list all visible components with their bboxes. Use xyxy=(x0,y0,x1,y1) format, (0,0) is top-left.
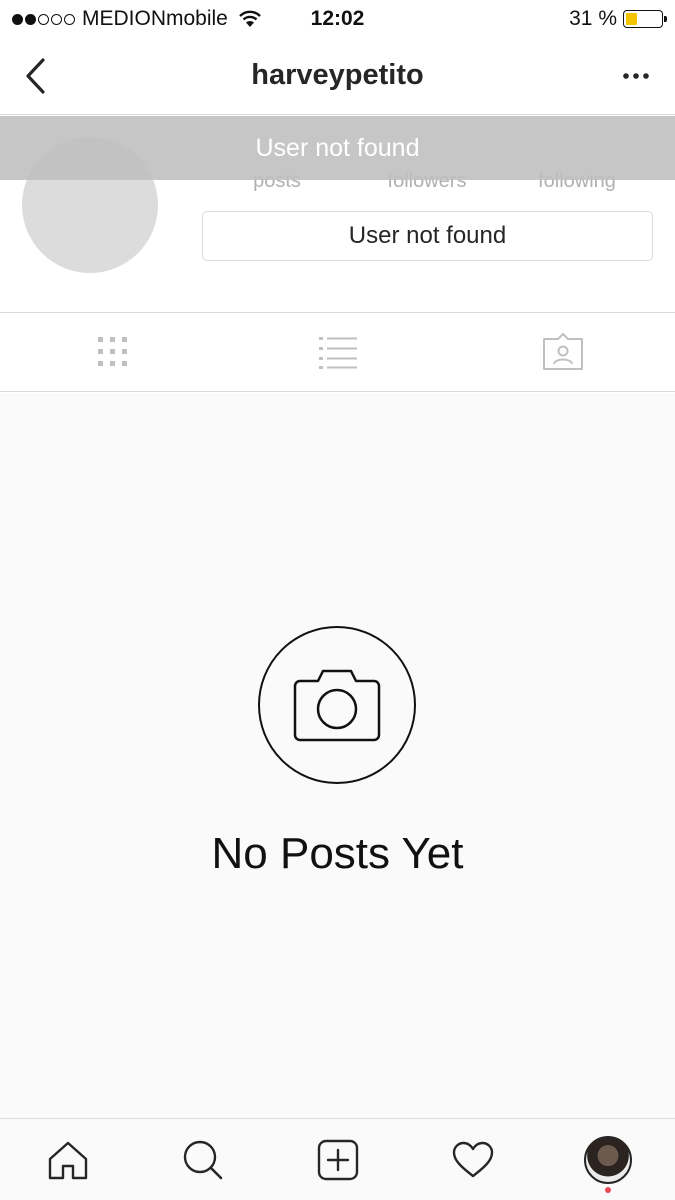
grid-icon xyxy=(97,337,127,366)
profile-avatar-icon xyxy=(583,1135,632,1184)
battery-fill xyxy=(626,13,637,25)
tab-add-post[interactable] xyxy=(270,1119,405,1200)
status-bar: MEDION​mobile 12:02 31 % xyxy=(0,0,675,38)
nav-bar: harveypetito xyxy=(0,38,675,115)
tab-grid-view[interactable] xyxy=(0,313,225,391)
tab-tagged-view[interactable] xyxy=(450,313,675,391)
profile-view-tabs xyxy=(0,312,675,392)
heart-icon xyxy=(452,1141,493,1177)
home-icon xyxy=(48,1141,87,1179)
profile-action-button[interactable]: User not found xyxy=(202,211,653,261)
list-icon xyxy=(318,337,357,369)
more-options-button[interactable] xyxy=(621,66,651,86)
camera-icon xyxy=(293,669,381,742)
tagged-photos-icon xyxy=(542,333,583,370)
tab-list-view[interactable] xyxy=(225,313,450,391)
search-icon xyxy=(183,1140,222,1179)
tab-home[interactable] xyxy=(0,1119,135,1200)
bottom-tab-bar xyxy=(0,1118,675,1200)
empty-state-text: No Posts Yet xyxy=(211,829,464,878)
status-right: 31 % xyxy=(569,7,667,31)
empty-state-icon-circle xyxy=(258,626,416,784)
tab-profile[interactable] xyxy=(540,1119,675,1200)
notification-dot xyxy=(604,1187,611,1193)
posts-content-area: No Posts Yet xyxy=(0,393,675,1118)
battery-percent: 31 % xyxy=(569,7,617,30)
error-banner: User not found xyxy=(0,116,675,180)
add-post-icon xyxy=(317,1139,358,1180)
battery-icon xyxy=(623,10,667,28)
more-horizontal-icon xyxy=(623,73,649,79)
error-banner-text: User not found xyxy=(255,133,420,162)
tab-search[interactable] xyxy=(135,1119,270,1200)
page-title: harveypetito xyxy=(251,59,424,91)
tab-activity[interactable] xyxy=(405,1119,540,1200)
